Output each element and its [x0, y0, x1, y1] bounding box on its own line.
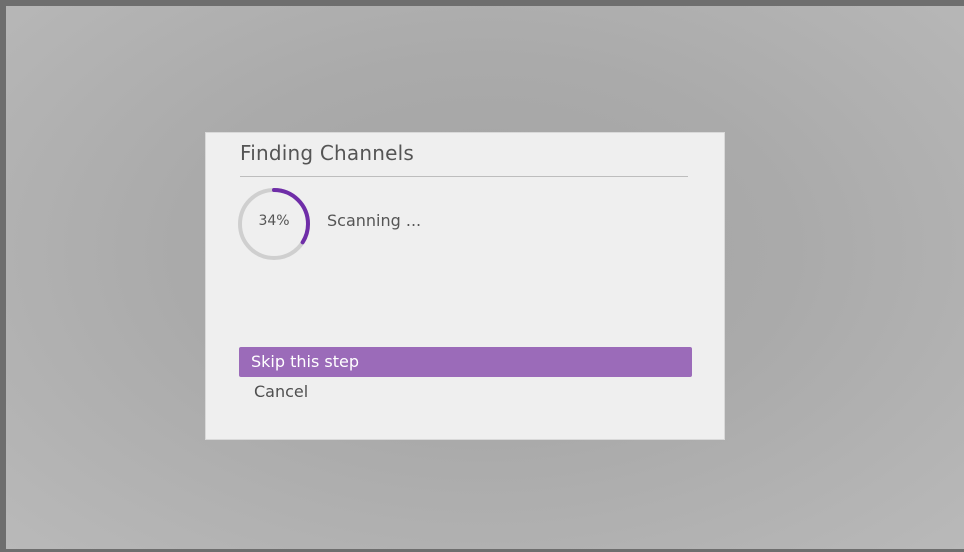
- progress-percent: 34%: [258, 213, 290, 229]
- finding-channels-dialog: Finding Channels 34% Scanning ... Skip t…: [205, 132, 725, 440]
- dialog-title: Finding Channels: [240, 141, 414, 165]
- tv-screen: Finding Channels 34% Scanning ... Skip t…: [6, 6, 964, 549]
- skip-step-button[interactable]: Skip this step: [239, 347, 692, 377]
- scan-status: Scanning ...: [327, 211, 422, 230]
- cancel-button[interactable]: Cancel: [239, 377, 692, 407]
- title-divider: [240, 176, 688, 177]
- progress-ring: 34%: [237, 187, 311, 261]
